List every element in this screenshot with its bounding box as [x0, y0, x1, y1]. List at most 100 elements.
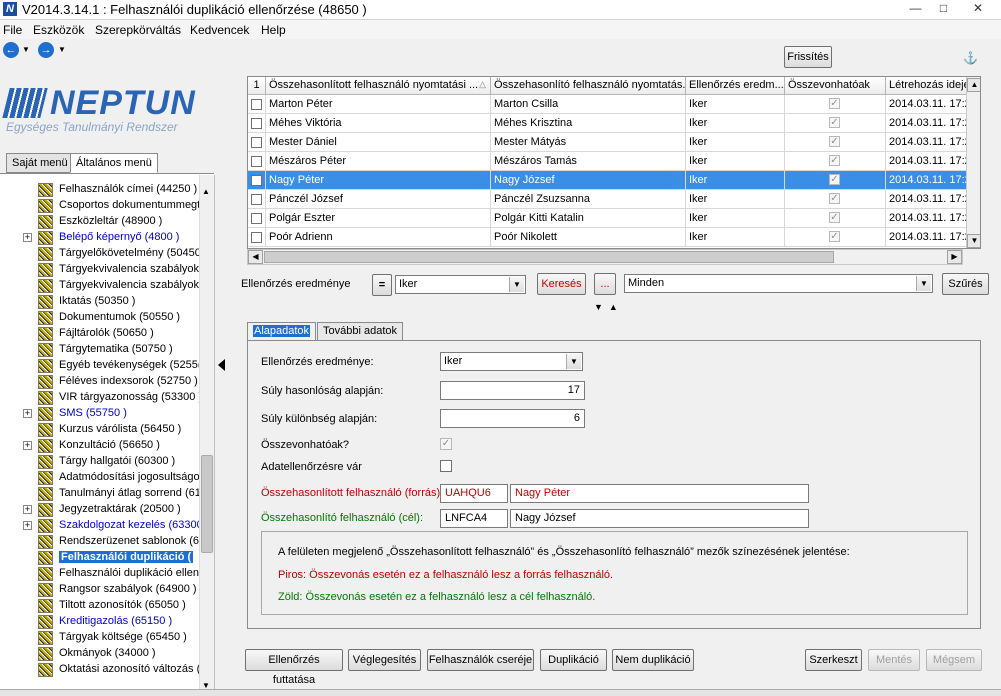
row-select-checkbox[interactable]	[251, 99, 262, 110]
tree-item-label: Felhasználói duplikáció (	[59, 551, 194, 563]
row-select-checkbox[interactable]	[251, 232, 262, 243]
table-row[interactable]: Mészáros Péter Mészáros Tamás Iker ✓ 2014.03…	[248, 152, 980, 171]
cell-compared-user: Mészáros Péter	[266, 152, 491, 171]
not-duplicate-button[interactable]: Nem duplikáció	[612, 649, 694, 671]
grid-horizontal-scrollbar[interactable]: ◀ ▶	[247, 249, 963, 265]
grid-header-comparing-user[interactable]: Összehasonlító felhasználó nyomtatás...	[491, 77, 686, 95]
tab-own-menu[interactable]: Saját menü	[6, 153, 74, 173]
expand-icon[interactable]: +	[23, 505, 32, 514]
ellipsis-button[interactable]: ...	[594, 273, 616, 295]
grid-scroll-down-icon[interactable]: ▼	[967, 234, 980, 248]
back-icon[interactable]: ←	[3, 42, 19, 58]
tree-scrollbar[interactable]: ▲ ▼	[199, 175, 214, 696]
source-user-code-field[interactable]: UAHQU6	[440, 484, 508, 503]
grid-scroll-up-icon[interactable]: ▲	[967, 78, 980, 92]
grid-scroll-right-icon[interactable]: ▶	[947, 250, 962, 264]
table-row[interactable]: Mester Dániel Mester Mátyás Iker ✓ 2014.03.1…	[248, 133, 980, 152]
tab-general-menu[interactable]: Általános menü	[70, 153, 158, 173]
similarity-weight-field[interactable]: 17	[440, 381, 585, 400]
splitter-arrows-icon[interactable]: ▼▲	[594, 302, 624, 312]
grid-header-compared-user[interactable]: Összehasonlított felhasználó nyomtatási …	[266, 77, 491, 95]
filter-scope-select[interactable]: Minden ▼	[624, 274, 933, 293]
tree-item-label: Tiltott azonosítók (65050 )	[59, 599, 186, 611]
expand-icon[interactable]: +	[23, 409, 32, 418]
result-select[interactable]: Iker ▼	[440, 352, 583, 371]
table-row[interactable]: Méhes Viktória Méhes Krisztina Iker ✓ 2014.0…	[248, 114, 980, 133]
logo-word: NEPTUN	[50, 84, 196, 122]
maximize-icon[interactable]: □	[930, 0, 957, 18]
menu-role-switch[interactable]: Szerepkörváltás	[95, 23, 181, 37]
chevron-down-icon[interactable]: ▼	[566, 354, 581, 369]
refresh-button[interactable]: Frissítés	[784, 46, 832, 68]
panel-collapse-bar[interactable]	[214, 175, 229, 696]
table-row[interactable]: Polgár Eszter Polgár Kitti Katalin Iker ✓ 20…	[248, 209, 980, 228]
source-user-name-field[interactable]: Nagy Péter	[510, 484, 809, 503]
grid-vertical-scrollbar[interactable]: ▲ ▼	[966, 77, 980, 248]
close-icon[interactable]: ✕	[958, 0, 998, 18]
forward-icon[interactable]: →	[38, 42, 54, 58]
filter-operator-button[interactable]: =	[372, 274, 392, 296]
row-select-checkbox[interactable]	[251, 156, 262, 167]
grid-header-created[interactable]: Létrehozás ideje	[886, 77, 968, 95]
menu-item-icon	[38, 247, 53, 261]
cell-comparing-user: Nagy József	[491, 171, 686, 190]
menu-item-icon	[38, 551, 53, 565]
target-user-code-field[interactable]: LNFCA4	[440, 509, 508, 528]
forward-dropdown-icon[interactable]: ▼	[58, 45, 66, 54]
collapse-left-icon[interactable]	[218, 359, 225, 371]
legend-red: Piros: Összevonás esetén ez a felhasznál…	[278, 569, 614, 581]
tab-basic-data[interactable]: Alapadatok	[247, 322, 317, 341]
row-select-checkbox[interactable]	[251, 137, 262, 148]
table-row[interactable]: Poór Adrienn Poór Nikolett Iker ✓ 2014.03.11…	[248, 228, 980, 247]
tree-scroll-thumb[interactable]	[201, 455, 213, 553]
edit-button[interactable]: Szerkeszt	[805, 649, 862, 671]
menu-help[interactable]: Help	[261, 23, 286, 37]
logo-subtitle: Egységes Tanulmányi Rendszer	[6, 120, 178, 134]
tab-more-data[interactable]: További adatok	[317, 322, 403, 341]
scroll-up-icon[interactable]: ▲	[202, 187, 210, 196]
row-select-checkbox[interactable]	[251, 118, 262, 129]
grid-header-result[interactable]: Ellenőrzés eredm...	[686, 77, 785, 95]
expand-icon[interactable]: +	[23, 233, 32, 242]
grid-header-mergeable[interactable]: Összevonhatóak	[785, 77, 886, 95]
filter-value-select[interactable]: Iker ▼	[395, 275, 526, 294]
cell-compared-user: Polgár Eszter	[266, 209, 491, 228]
difference-weight-field[interactable]: 6	[440, 409, 585, 428]
target-user-name-field[interactable]: Nagy József	[510, 509, 809, 528]
grid-header-number[interactable]: 1	[248, 77, 266, 95]
expand-icon[interactable]: +	[23, 441, 32, 450]
app-logo-icon: N	[3, 2, 17, 16]
row-select-checkbox[interactable]	[251, 194, 262, 205]
search-button[interactable]: Keresés	[537, 273, 586, 295]
filter-button[interactable]: Szűrés	[942, 273, 989, 295]
chevron-down-icon[interactable]: ▼	[916, 276, 931, 291]
row-select-checkbox[interactable]	[251, 175, 262, 186]
grid-hscroll-thumb[interactable]	[264, 251, 834, 263]
mergeable-checkbox[interactable]: ✓	[440, 438, 452, 450]
awaiting-check-label: Adatellenőrzésre vár	[261, 461, 362, 473]
table-row[interactable]: Marton Péter Marton Csilla Iker ✓ 2014.03.11…	[248, 95, 980, 114]
row-select-checkbox[interactable]	[251, 213, 262, 224]
back-dropdown-icon[interactable]: ▼	[22, 45, 30, 54]
menu-item-icon	[38, 439, 53, 453]
minimize-icon[interactable]: —	[902, 0, 929, 18]
awaiting-check-checkbox[interactable]	[440, 460, 452, 472]
table-row[interactable]: Nagy Péter Nagy József Iker ✓ 2014.03.11. 17…	[248, 171, 980, 190]
menu-tools[interactable]: Eszközök	[33, 23, 84, 37]
menu-item-icon	[38, 423, 53, 437]
duplicate-button[interactable]: Duplikáció	[540, 649, 607, 671]
swap-users-button[interactable]: Felhasználók cseréje	[427, 649, 534, 671]
run-check-button[interactable]: Ellenőrzés futtatása	[245, 649, 343, 686]
menu-favorites[interactable]: Kedvencek	[190, 23, 249, 37]
chevron-down-icon[interactable]: ▼	[509, 277, 524, 292]
finalize-button[interactable]: Véglegesítés	[348, 649, 421, 671]
table-row[interactable]: Pánczél József Pánczél Zsuzsanna Iker ✓ 2014…	[248, 190, 980, 209]
menu-file[interactable]: File	[3, 23, 22, 37]
menu-item-icon	[38, 519, 53, 533]
expand-icon[interactable]: +	[23, 521, 32, 530]
pin-icon[interactable]: ⚓	[963, 51, 978, 65]
grid-scroll-left-icon[interactable]: ◀	[248, 250, 263, 264]
menu-item-icon	[38, 199, 53, 213]
cell-created: 2014.03.11. 17:2	[886, 95, 968, 114]
duplicate-grid: 1 Összehasonlított felhasználó nyomtatás…	[247, 76, 981, 249]
